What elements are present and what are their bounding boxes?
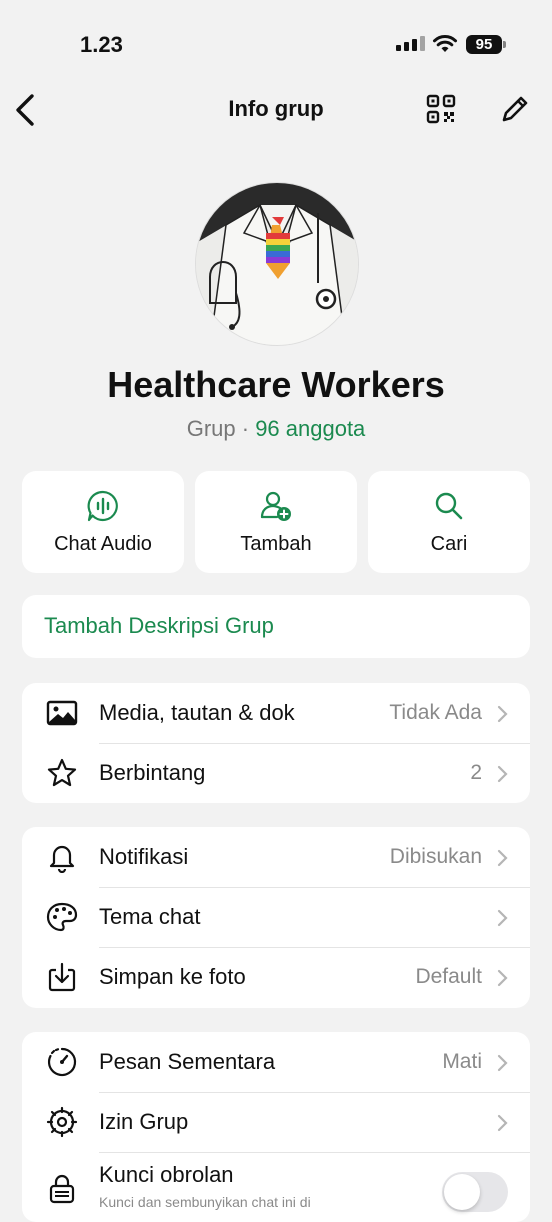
timer-icon	[47, 1047, 77, 1077]
add-description-label: Tambah Deskripsi Grup	[44, 613, 274, 638]
chat-lock-row[interactable]: Kunci obrolan Kunci dan sembunyikan chat…	[22, 1152, 530, 1222]
privacy-section: Pesan Sementara Mati Izin Grup Kunci obr…	[22, 1032, 530, 1222]
row-value: Dibisukan	[389, 845, 482, 868]
qr-code-icon[interactable]	[424, 92, 458, 126]
media-links-docs-row[interactable]: Media, tautan & dok Tidak Ada	[22, 683, 530, 743]
chat-audio-label: Chat Audio	[54, 533, 152, 555]
row-value: Default	[415, 965, 482, 988]
bell-icon	[49, 845, 75, 873]
chevron-right-icon	[497, 969, 508, 987]
wifi-icon	[433, 35, 457, 52]
status-time: 1.23	[80, 32, 123, 57]
page-title: Info grup	[228, 96, 324, 121]
disappearing-messages-row[interactable]: Pesan Sementara Mati	[22, 1032, 530, 1092]
chevron-right-icon	[497, 705, 508, 723]
search-icon	[435, 492, 463, 520]
row-title: Media, tautan & dok	[99, 700, 295, 725]
settings-gear-icon	[46, 1106, 78, 1138]
status-bar: 1.23 95	[0, 0, 552, 80]
row-title: Notifikasi	[99, 844, 189, 869]
meta-separator: ·	[235, 416, 256, 441]
row-title: Simpan ke foto	[99, 964, 246, 989]
add-member-button[interactable]: Tambah	[195, 471, 357, 573]
chat-theme-row[interactable]: Tema chat	[22, 887, 530, 947]
media-section: Media, tautan & dok Tidak Ada Berbintang…	[22, 683, 530, 803]
row-subtitle: Kunci dan sembunyikan chat ini di	[99, 1194, 311, 1210]
group-name: Healthcare Workers	[107, 364, 445, 405]
lock-icon	[49, 1174, 75, 1204]
edit-pencil-icon[interactable]	[498, 92, 532, 126]
navigation-bar: Info grup	[0, 80, 552, 140]
notifications-row[interactable]: Notifikasi Dibisukan	[22, 827, 530, 887]
starred-row[interactable]: Berbintang 2	[22, 743, 530, 803]
chevron-right-icon	[497, 765, 508, 783]
doctor-coat-illustration	[196, 183, 358, 345]
star-icon	[47, 758, 77, 787]
palette-icon	[46, 902, 78, 932]
row-title: Berbintang	[99, 760, 206, 785]
download-icon	[48, 962, 76, 992]
save-to-photos-row[interactable]: Simpan ke foto Default	[22, 947, 530, 1007]
group-meta: Grup · 96 anggota	[0, 416, 552, 442]
group-type: Grup	[186, 416, 236, 441]
chevron-right-icon	[497, 909, 508, 927]
member-count[interactable]: 96 anggota	[255, 416, 365, 441]
chat-audio-button[interactable]: Chat Audio	[22, 471, 184, 573]
search-label: Cari	[430, 533, 468, 555]
chevron-right-icon	[497, 1114, 508, 1132]
add-person-icon	[260, 491, 291, 521]
group-permissions-row[interactable]: Izin Grup	[22, 1092, 530, 1152]
battery-tip	[503, 41, 506, 48]
audio-chat-icon	[87, 490, 118, 522]
settings-section: Notifikasi Dibisukan Tema chat Simpan ke…	[22, 827, 530, 1008]
add-member-label: Tambah	[240, 533, 312, 555]
search-button[interactable]: Cari	[368, 471, 530, 573]
row-title: Izin Grup	[99, 1109, 189, 1134]
group-avatar[interactable]	[195, 182, 359, 346]
row-title: Pesan Sementara	[99, 1049, 276, 1074]
chevron-right-icon	[497, 849, 508, 867]
row-title: Tema chat	[99, 904, 201, 929]
chevron-right-icon	[497, 1054, 508, 1072]
row-value: Mati	[442, 1050, 482, 1073]
cellular-signal-icon	[396, 36, 425, 51]
add-description-button[interactable]: Tambah Deskripsi Grup	[22, 595, 530, 658]
chat-lock-toggle[interactable]	[442, 1172, 508, 1212]
battery-indicator: 95	[466, 35, 502, 54]
row-value: Tidak Ada	[389, 701, 482, 724]
image-icon	[46, 700, 78, 726]
row-title: Kunci obrolan	[99, 1162, 234, 1187]
row-value: 2	[470, 761, 482, 784]
